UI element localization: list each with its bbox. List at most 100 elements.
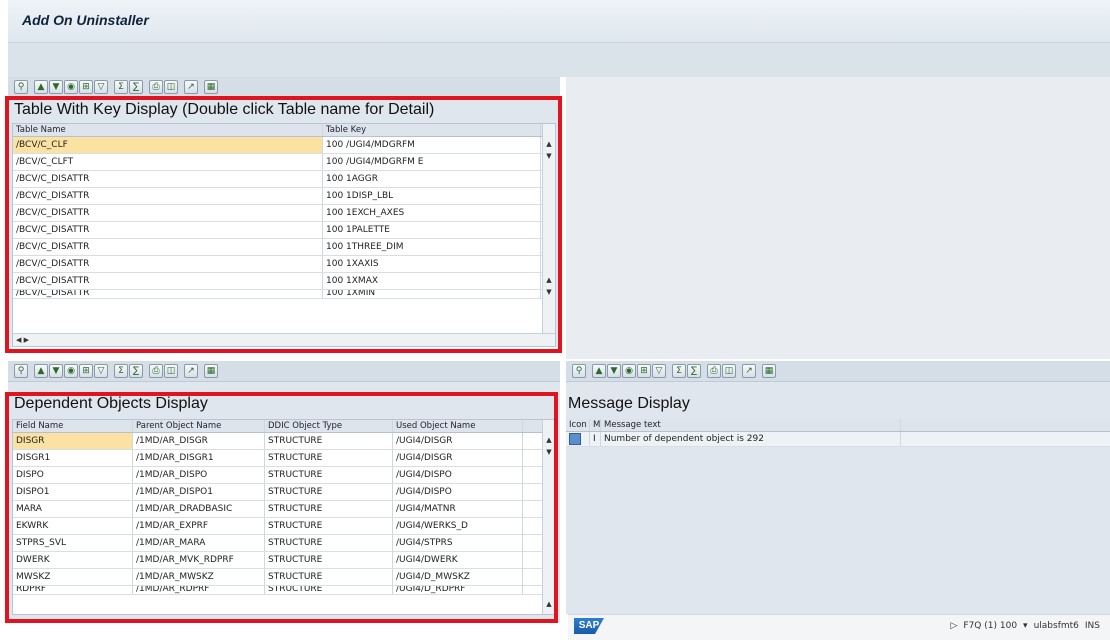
table-name-cell[interactable]: /BCV/C_DISATTR [13, 273, 323, 289]
ddic-type-cell[interactable]: STRUCTURE [265, 501, 393, 517]
used-object-cell[interactable]: /UGI4/DWERK [393, 552, 523, 568]
total-icon[interactable]: Σ [114, 364, 128, 378]
views-icon[interactable]: ◫ [164, 364, 178, 378]
table-row[interactable]: /BCV/C_DISATTR 100 1XMAX [13, 273, 555, 290]
scroll-down-icon[interactable]: ▼ [543, 152, 555, 162]
table-row[interactable]: /BCV/C_DISATTR 100 1THREE_DIM [13, 239, 555, 256]
export-icon[interactable]: ↗ [184, 364, 198, 378]
ddic-type-cell[interactable]: STRUCTURE [265, 518, 393, 534]
table-key-cell[interactable]: 100 1DISP_LBL [323, 188, 541, 204]
total-icon[interactable]: Σ [672, 364, 686, 378]
dropdown-icon[interactable]: ▾ [1023, 621, 1028, 631]
find-icon[interactable]: ◉ [64, 80, 78, 94]
column-header[interactable]: Table Key [323, 124, 541, 136]
table-name-cell[interactable]: /BCV/C_DISATTR [13, 171, 323, 187]
print-icon[interactable]: ⎙ [149, 364, 163, 378]
field-name-cell[interactable]: MARA [13, 501, 133, 517]
field-name-cell[interactable]: DISPO [13, 467, 133, 483]
used-object-cell[interactable]: /UGI4/D_RDPRF [393, 586, 523, 594]
table-row[interactable]: /BCV/C_DISATTR 100 1XAXIS [13, 256, 555, 273]
details-icon[interactable]: ⚲ [14, 80, 28, 94]
table-row[interactable]: DISPO1/1MD/AR_DISPO1 STRUCTURE/UGI4/DISPO [13, 484, 555, 501]
views-icon[interactable]: ◫ [164, 80, 178, 94]
parent-object-cell[interactable]: /1MD/AR_DISPO1 [133, 484, 265, 500]
filter-icon[interactable]: ▽ [94, 80, 108, 94]
vertical-scrollbar[interactable]: ▲ ▼ ▲ [542, 420, 555, 614]
used-object-cell[interactable]: /UGI4/MATNR [393, 501, 523, 517]
parent-object-cell[interactable]: /1MD/AR_DISPO [133, 467, 265, 483]
used-object-cell[interactable]: /UGI4/STPRS [393, 535, 523, 551]
vertical-scrollbar[interactable]: ▲ ▼ ▲ ▼ [542, 124, 555, 334]
table-key-cell[interactable]: 100 /UGI4/MDGRFM E [323, 154, 541, 170]
table-name-cell[interactable]: /BCV/C_CLF [13, 137, 323, 153]
table-name-cell[interactable]: /BCV/C_DISATTR [13, 205, 323, 221]
horizontal-scrollbar[interactable]: ◀ ▶ [13, 333, 555, 346]
table-name-cell[interactable]: /BCV/C_CLFT [13, 154, 323, 170]
used-object-cell[interactable]: /UGI4/DISGR [393, 433, 523, 449]
scroll-up-icon[interactable]: ▲ [543, 276, 555, 286]
field-name-cell[interactable]: MWSKZ [13, 569, 133, 585]
layout-icon[interactable]: ▦ [762, 364, 776, 378]
table-row[interactable]: STPRS_SVL/1MD/AR_MARA STRUCTURE/UGI4/STPR… [13, 535, 555, 552]
column-header[interactable]: Table Name [13, 124, 323, 136]
filter-icon[interactable]: ▽ [652, 364, 666, 378]
subtotal-icon[interactable]: ∑ [129, 80, 143, 94]
find-next-icon[interactable]: ⊞ [637, 364, 651, 378]
details-icon[interactable]: ⚲ [572, 364, 586, 378]
ddic-type-cell[interactable]: STRUCTURE [265, 433, 393, 449]
used-object-cell[interactable]: /UGI4/DISPO [393, 484, 523, 500]
ddic-type-cell[interactable]: STRUCTURE [265, 450, 393, 466]
table-name-cell[interactable]: /BCV/C_DISATTR [13, 239, 323, 255]
table-key-cell[interactable]: 100 1AGGR [323, 171, 541, 187]
table-row[interactable]: DISGR/1MD/AR_DISGR STRUCTURE/UGI4/DISGR [13, 433, 555, 450]
parent-object-cell[interactable]: /1MD/AR_MVK_RDPRF [133, 552, 265, 568]
total-icon[interactable]: Σ [114, 80, 128, 94]
table-row[interactable]: MWSKZ/1MD/AR_MWSKZ STRUCTURE/UGI4/D_MWSKZ [13, 569, 555, 586]
parent-object-cell[interactable]: /1MD/AR_DRADBASIC [133, 501, 265, 517]
sort-desc-icon[interactable]: ▼ [607, 364, 621, 378]
field-name-cell[interactable]: DWERK [13, 552, 133, 568]
details-icon[interactable]: ⚲ [14, 364, 28, 378]
views-icon[interactable]: ◫ [722, 364, 736, 378]
column-header[interactable]: Used Object Name [393, 420, 523, 432]
print-icon[interactable]: ⎙ [149, 80, 163, 94]
scroll-up-icon[interactable]: ▲ [543, 436, 555, 446]
parent-object-cell[interactable]: /1MD/AR_RDPRF [133, 586, 265, 594]
used-object-cell[interactable]: /UGI4/DISPO [393, 467, 523, 483]
used-object-cell[interactable]: /UGI4/WERKS_D [393, 518, 523, 534]
find-next-icon[interactable]: ⊞ [79, 364, 93, 378]
table-name-cell[interactable]: /BCV/C_DISATTR [13, 222, 323, 238]
table-key-cell[interactable]: 100 1XMIN [323, 290, 541, 298]
table-row[interactable]: /BCV/C_DISATTR 100 1AGGR [13, 171, 555, 188]
find-next-icon[interactable]: ⊞ [79, 80, 93, 94]
table-row[interactable]: DISGR1/1MD/AR_DISGR1 STRUCTURE/UGI4/DISGR [13, 450, 555, 467]
ddic-type-cell[interactable]: STRUCTURE [265, 586, 393, 594]
table-row[interactable]: DWERK/1MD/AR_MVK_RDPRF STRUCTURE/UGI4/DWE… [13, 552, 555, 569]
field-name-cell[interactable]: DISPO1 [13, 484, 133, 500]
message-row[interactable]: I Number of dependent object is 292 [566, 432, 1110, 447]
table-key-cell[interactable]: 100 1PALETTE [323, 222, 541, 238]
sort-asc-icon[interactable]: ▲ [34, 364, 48, 378]
table-row[interactable]: /BCV/C_CLF 100 /UGI4/MDGRFM [13, 137, 555, 154]
field-name-cell[interactable]: DISGR [13, 433, 133, 449]
table-name-cell[interactable]: /BCV/C_DISATTR [13, 188, 323, 204]
used-object-cell[interactable]: /UGI4/D_MWSKZ [393, 569, 523, 585]
print-icon[interactable]: ⎙ [707, 364, 721, 378]
ddic-type-cell[interactable]: STRUCTURE [265, 484, 393, 500]
parent-object-cell[interactable]: /1MD/AR_DISGR1 [133, 450, 265, 466]
subtotal-icon[interactable]: ∑ [129, 364, 143, 378]
subtotal-icon[interactable]: ∑ [687, 364, 701, 378]
column-header[interactable]: DDIC Object Type [265, 420, 393, 432]
scroll-down-icon[interactable]: ▼ [543, 448, 555, 458]
scroll-down-icon[interactable]: ▼ [543, 288, 555, 298]
filter-icon[interactable]: ▽ [94, 364, 108, 378]
table-key-cell[interactable]: 100 1EXCH_AXES [323, 205, 541, 221]
find-icon[interactable]: ◉ [622, 364, 636, 378]
column-header[interactable]: Message text [601, 419, 901, 431]
table-row[interactable]: /BCV/C_DISATTR 100 1EXCH_AXES [13, 205, 555, 222]
table-row[interactable]: /BCV/C_DISATTR 100 1XMIN [13, 290, 555, 299]
system-id[interactable]: F7Q (1) 100 [963, 621, 1017, 631]
table-row[interactable]: EKWRK/1MD/AR_EXPRF STRUCTURE/UGI4/WERKS_D [13, 518, 555, 535]
layout-icon[interactable]: ▦ [204, 364, 218, 378]
table-name-cell[interactable]: /BCV/C_DISATTR [13, 256, 323, 272]
